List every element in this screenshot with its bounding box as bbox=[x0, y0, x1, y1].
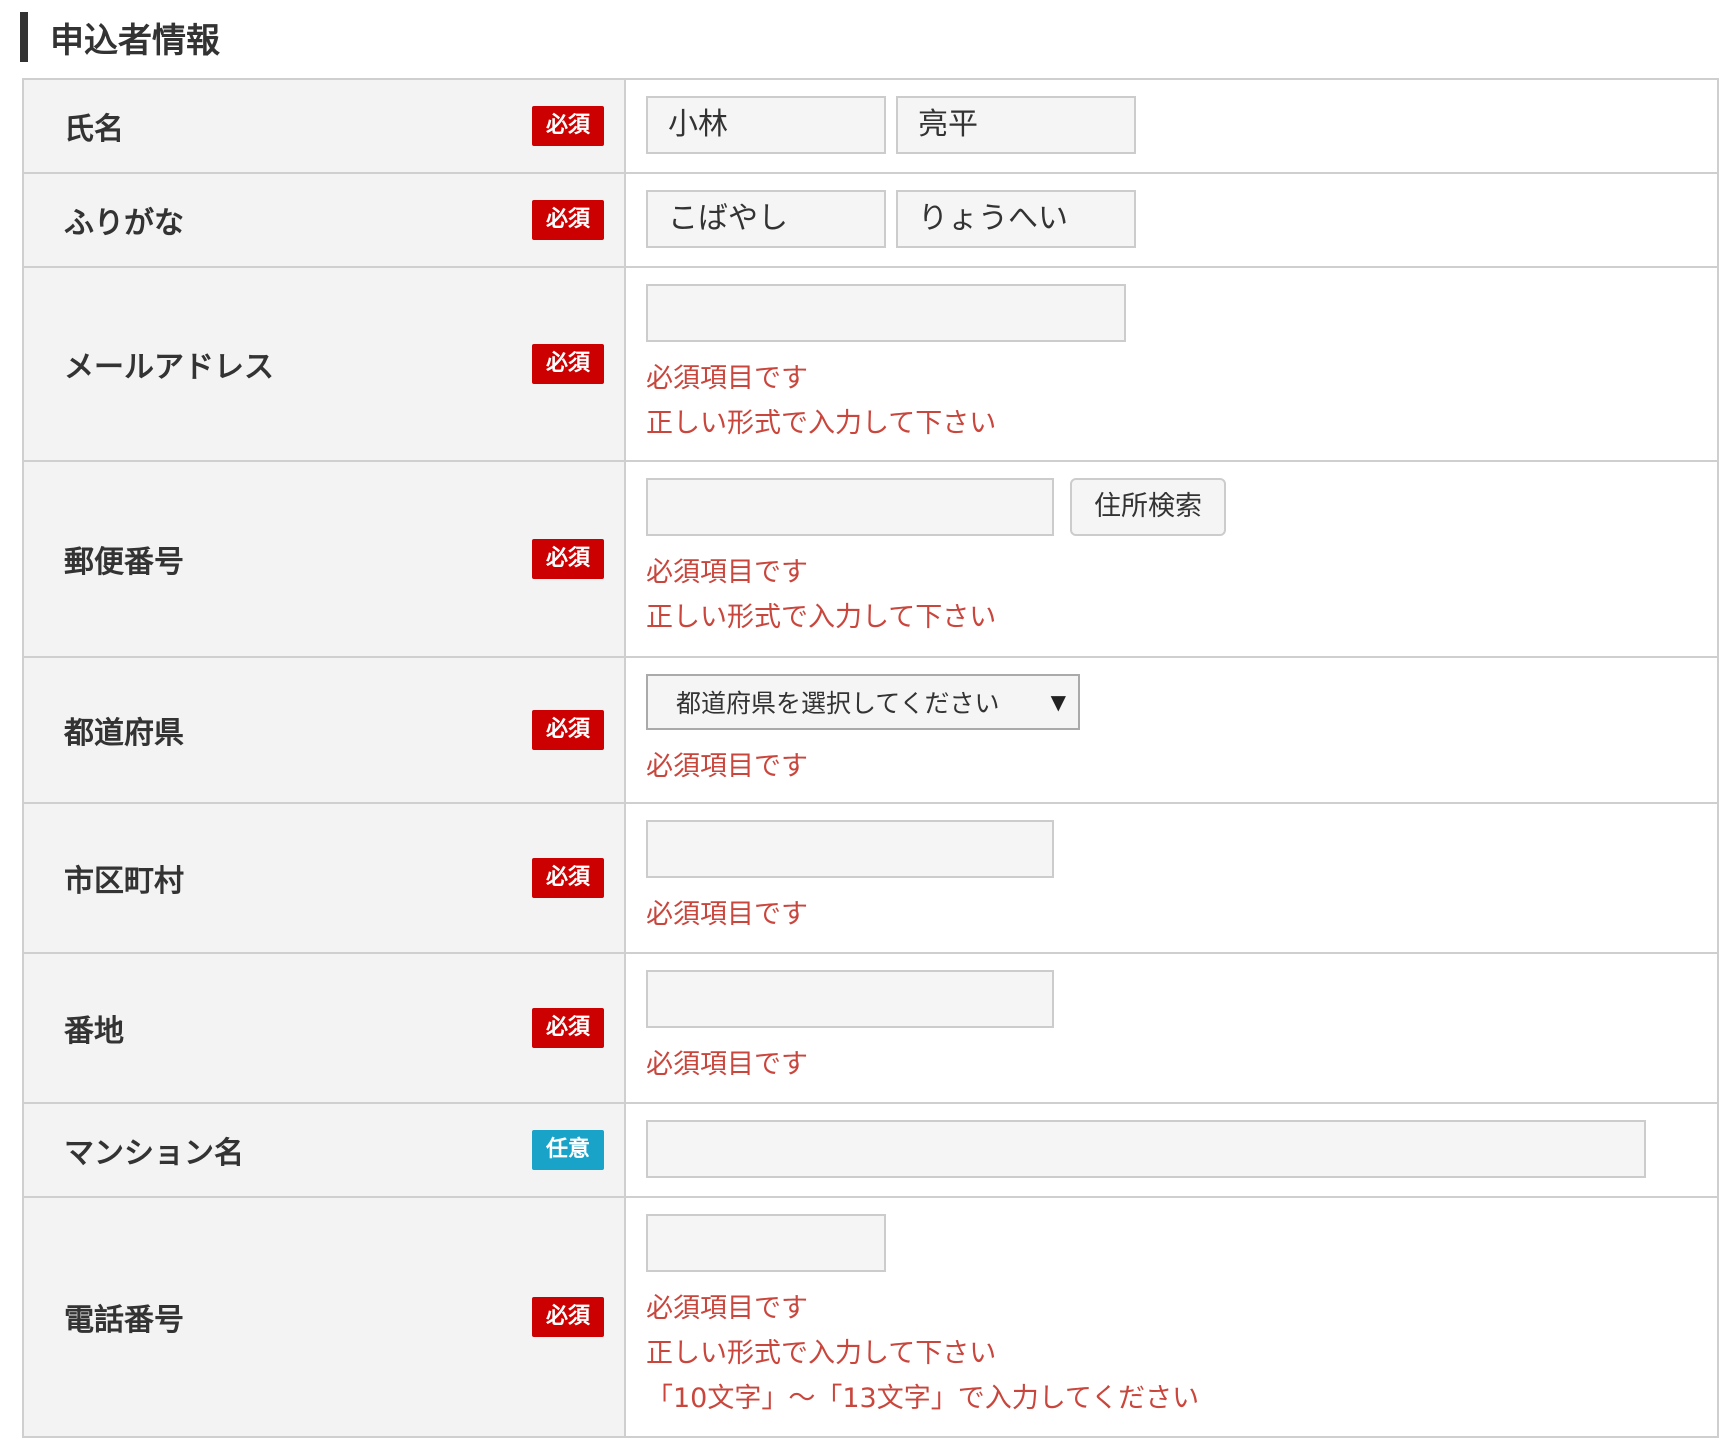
email-input[interactable] bbox=[646, 284, 1126, 342]
postal-errors: 必須項目です 正しい形式で入力して下さい bbox=[646, 550, 1717, 640]
label-prefecture: 都道府県 bbox=[64, 716, 184, 751]
row-address: 番地 必須 必須項目です bbox=[22, 952, 1719, 1104]
postal-code-input[interactable] bbox=[646, 478, 1054, 536]
label-cell-building: マンション名 任意 bbox=[22, 1102, 626, 1198]
row-name: 氏名 必須 小林 亮平 bbox=[22, 78, 1719, 174]
label-cell-email: メールアドレス 必須 bbox=[22, 266, 626, 462]
first-name-kana-input[interactable]: りょうへい bbox=[896, 190, 1136, 248]
required-badge: 必須 bbox=[532, 106, 604, 146]
error-message: 必須項目です bbox=[646, 899, 808, 930]
error-message: 必須項目です bbox=[646, 1049, 808, 1080]
phone-input[interactable] bbox=[646, 1214, 886, 1272]
address-search-button[interactable]: 住所検索 bbox=[1070, 478, 1226, 536]
required-badge: 必須 bbox=[532, 344, 604, 384]
error-message: 正しい形式で入力して下さい bbox=[646, 602, 997, 633]
input-cell-prefecture: 都道府県を選択してください ▼ 必須項目です bbox=[624, 656, 1719, 804]
section-title: 申込者情報 bbox=[20, 12, 220, 62]
error-message: 「10文字」～「13文字」で入力してください bbox=[646, 1383, 1200, 1414]
row-prefecture: 都道府県 必須 都道府県を選択してください ▼ 必須項目です bbox=[22, 656, 1719, 804]
required-badge: 必須 bbox=[532, 1008, 604, 1048]
input-cell-city: 必須項目です bbox=[624, 802, 1719, 954]
required-badge: 必須 bbox=[532, 710, 604, 750]
error-message: 必須項目です bbox=[646, 1293, 808, 1324]
required-badge: 必須 bbox=[532, 200, 604, 240]
last-name-kana-input[interactable]: こばやし bbox=[646, 190, 886, 248]
prefecture-errors: 必須項目です bbox=[646, 744, 1717, 789]
label-cell-city: 市区町村 必須 bbox=[22, 802, 626, 954]
label-email: メールアドレス bbox=[64, 350, 274, 385]
label-cell-postal: 郵便番号 必須 bbox=[22, 460, 626, 658]
input-cell-building bbox=[624, 1102, 1719, 1198]
label-building: マンション名 bbox=[64, 1136, 244, 1171]
last-name-input[interactable]: 小林 bbox=[646, 96, 886, 154]
phone-errors: 必須項目です 正しい形式で入力して下さい 「10文字」～「13文字」で入力してく… bbox=[646, 1286, 1717, 1421]
label-cell-furigana: ふりがな 必須 bbox=[22, 172, 626, 268]
label-cell-phone: 電話番号 必須 bbox=[22, 1196, 626, 1438]
required-badge: 必須 bbox=[532, 539, 604, 579]
row-phone: 電話番号 必須 必須項目です 正しい形式で入力して下さい 「10文字」～「13文… bbox=[22, 1196, 1719, 1438]
optional-badge: 任意 bbox=[532, 1130, 604, 1170]
email-errors: 必須項目です 正しい形式で入力して下さい bbox=[646, 356, 1717, 446]
label-phone: 電話番号 bbox=[64, 1303, 184, 1338]
required-badge: 必須 bbox=[532, 858, 604, 898]
first-name-input[interactable]: 亮平 bbox=[896, 96, 1136, 154]
label-cell-prefecture: 都道府県 必須 bbox=[22, 656, 626, 804]
error-message: 正しい形式で入力して下さい bbox=[646, 408, 997, 439]
label-name: 氏名 bbox=[64, 112, 124, 147]
input-cell-address: 必須項目です bbox=[624, 952, 1719, 1104]
row-building: マンション名 任意 bbox=[22, 1102, 1719, 1198]
input-cell-furigana: こばやし りょうへい bbox=[624, 172, 1719, 268]
required-badge: 必須 bbox=[532, 1297, 604, 1337]
city-input[interactable] bbox=[646, 820, 1054, 878]
building-name-input[interactable] bbox=[646, 1120, 1646, 1178]
row-furigana: ふりがな 必須 こばやし りょうへい bbox=[22, 172, 1719, 268]
error-message: 必須項目です bbox=[646, 557, 808, 588]
error-message: 必須項目です bbox=[646, 751, 808, 782]
applicant-form-table: 氏名 必須 小林 亮平 ふりがな 必須 こばやし りょうへい メールアドレス 必… bbox=[22, 78, 1719, 1438]
input-cell-phone: 必須項目です 正しい形式で入力して下さい 「10文字」～「13文字」で入力してく… bbox=[624, 1196, 1719, 1438]
error-message: 正しい形式で入力して下さい bbox=[646, 1338, 997, 1369]
label-city: 市区町村 bbox=[64, 864, 184, 899]
input-cell-postal: 住所検索 必須項目です 正しい形式で入力して下さい bbox=[624, 460, 1719, 658]
city-errors: 必須項目です bbox=[646, 892, 1717, 937]
error-message: 必須項目です bbox=[646, 363, 808, 394]
prefecture-select[interactable]: 都道府県を選択してください ▼ bbox=[646, 674, 1080, 730]
input-cell-name: 小林 亮平 bbox=[624, 78, 1719, 174]
prefecture-select-value: 都道府県を選択してください bbox=[676, 689, 1000, 718]
input-cell-email: 必須項目です 正しい形式で入力して下さい bbox=[624, 266, 1719, 462]
label-cell-address: 番地 必須 bbox=[22, 952, 626, 1104]
row-email: メールアドレス 必須 必須項目です 正しい形式で入力して下さい bbox=[22, 266, 1719, 462]
address-input[interactable] bbox=[646, 970, 1054, 1028]
label-cell-name: 氏名 必須 bbox=[22, 78, 626, 174]
label-address: 番地 bbox=[64, 1014, 124, 1049]
label-furigana: ふりがな bbox=[64, 206, 184, 241]
row-city: 市区町村 必須 必須項目です bbox=[22, 802, 1719, 954]
row-postal: 郵便番号 必須 住所検索 必須項目です 正しい形式で入力して下さい bbox=[22, 460, 1719, 658]
label-postal: 郵便番号 bbox=[64, 545, 184, 580]
address-errors: 必須項目です bbox=[646, 1042, 1717, 1087]
caret-down-icon: ▼ bbox=[1050, 690, 1066, 714]
